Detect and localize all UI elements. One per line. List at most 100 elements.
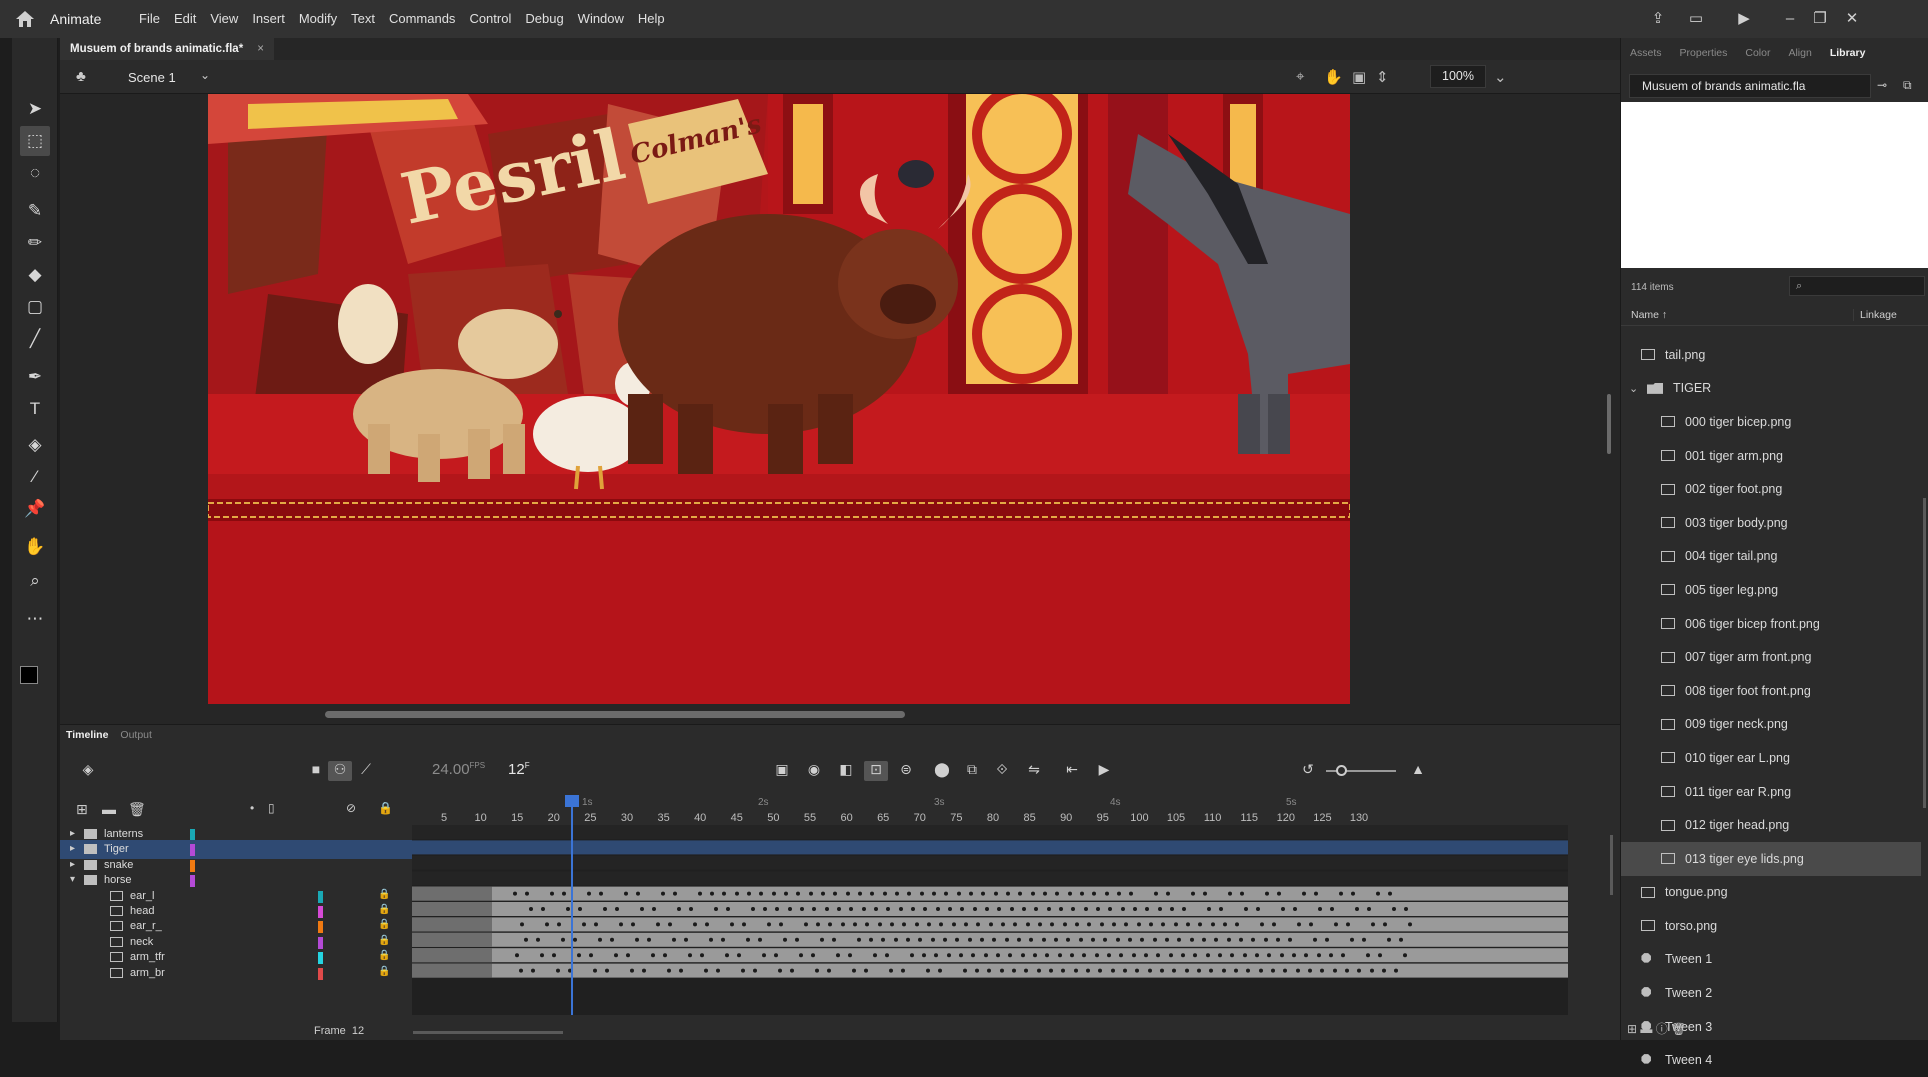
- layer-color-swatch[interactable]: [190, 859, 195, 872]
- tab-assets[interactable]: Assets: [1621, 44, 1671, 66]
- stage-horizontal-scrollbar[interactable]: [325, 711, 905, 718]
- selection-tool-icon[interactable]: ➤: [20, 94, 50, 124]
- center-frame-icon[interactable]: ▣: [770, 761, 794, 781]
- tab-timeline[interactable]: Timeline: [66, 729, 108, 741]
- expand-layer-icon[interactable]: ▸: [70, 828, 75, 839]
- paint-bucket-icon[interactable]: ◈: [20, 430, 50, 460]
- library-item[interactable]: ⯃ Tween 1: [1621, 943, 1921, 977]
- loop-icon[interactable]: ⊡: [864, 761, 888, 781]
- menu-view[interactable]: View: [203, 11, 245, 26]
- document-tab[interactable]: Musuem of brands animatic.fla* ×: [60, 38, 274, 60]
- clear-keyframe-icon[interactable]: ⇋: [1022, 761, 1046, 781]
- new-symbol-icon[interactable]: ⊞: [1627, 1022, 1637, 1036]
- close-tab-icon[interactable]: ×: [257, 43, 264, 55]
- expand-icon[interactable]: ▲: [1406, 761, 1430, 781]
- timeline-zoom-thumb[interactable]: [1336, 765, 1347, 776]
- eyedropper-icon[interactable]: ⁄: [20, 462, 50, 492]
- layer-color-swatch[interactable]: [318, 921, 323, 934]
- menu-insert[interactable]: Insert: [245, 11, 292, 26]
- layer-color-swatch[interactable]: [190, 875, 195, 888]
- test-movie-icon[interactable]: ▶: [1730, 6, 1758, 32]
- library-item[interactable]: 011 tiger ear R.png: [1621, 775, 1921, 809]
- library-scrollbar[interactable]: [1923, 498, 1926, 808]
- share-icon[interactable]: ⇪: [1644, 6, 1672, 32]
- chevron-down-icon[interactable]: ⌄: [1629, 382, 1643, 395]
- layers-icon[interactable]: ◈: [76, 761, 100, 781]
- timeline-horizontal-scrollbar[interactable]: [413, 1031, 563, 1034]
- graph-icon[interactable]: ⟋: [354, 761, 378, 781]
- library-item[interactable]: 013 tiger eye lids.png: [1621, 841, 1921, 876]
- layer-color-swatch[interactable]: [318, 936, 323, 949]
- library-item[interactable]: 008 tiger foot front.png: [1621, 674, 1921, 708]
- fps-readout[interactable]: 24.00FPS: [432, 761, 485, 778]
- step-back-icon[interactable]: ⇤: [1060, 761, 1084, 781]
- close-window-icon[interactable]: ✕: [1838, 6, 1866, 32]
- fit-icon[interactable]: ↺: [1296, 761, 1320, 781]
- camera-icon[interactable]: ■: [304, 761, 328, 781]
- stepper-icon[interactable]: ⇕: [1376, 68, 1389, 86]
- library-item[interactable]: ⯃ Tween 4: [1621, 1043, 1921, 1077]
- current-frame-readout[interactable]: 12F: [508, 761, 530, 778]
- library-item[interactable]: 000 tiger bicep.png: [1621, 405, 1921, 439]
- more-tools-icon[interactable]: ⋯: [20, 604, 50, 634]
- library-document-select[interactable]: Musuem of brands animatic.fla: [1629, 74, 1871, 98]
- rectangle-tool-icon[interactable]: ▢: [20, 292, 50, 322]
- lock-icon[interactable]: 🔒: [378, 919, 390, 930]
- line-tool-icon[interactable]: ╱: [20, 324, 50, 354]
- library-item[interactable]: tail.png: [1621, 338, 1921, 372]
- show-hide-all-icon[interactable]: ⊘: [346, 801, 356, 815]
- menu-commands[interactable]: Commands: [382, 11, 462, 26]
- library-item[interactable]: 002 tiger foot.png: [1621, 472, 1921, 506]
- minimize-icon[interactable]: –: [1776, 6, 1804, 32]
- layer-color-swatch[interactable]: [318, 890, 323, 903]
- library-item[interactable]: 007 tiger arm front.png: [1621, 640, 1921, 674]
- eraser-tool-icon[interactable]: ◆: [20, 260, 50, 290]
- pen-tool-icon[interactable]: ✒: [20, 362, 50, 392]
- library-item[interactable]: 003 tiger body.png: [1621, 506, 1921, 540]
- hand-tool-icon[interactable]: ✋: [20, 532, 50, 562]
- lasso-tool-icon[interactable]: ◌: [20, 158, 50, 188]
- convert-icon[interactable]: ⟐: [990, 761, 1014, 781]
- library-search-input[interactable]: ⌕: [1789, 276, 1925, 296]
- expand-layer-icon[interactable]: ▸: [70, 859, 75, 870]
- stroke-color-swatch[interactable]: [20, 666, 38, 684]
- lock-all-icon[interactable]: 🔒: [378, 801, 393, 815]
- scene-name[interactable]: Scene 1: [128, 70, 176, 85]
- menu-edit[interactable]: Edit: [167, 11, 203, 26]
- outline-icon[interactable]: ▯: [268, 801, 275, 815]
- library-item[interactable]: tongue.png: [1621, 876, 1921, 910]
- menu-text[interactable]: Text: [344, 11, 382, 26]
- timeline-vertical-scrollbar[interactable]: [1610, 835, 1613, 895]
- expand-layer-icon[interactable]: ▸: [70, 843, 75, 854]
- play-icon[interactable]: ▶: [1092, 761, 1116, 781]
- stage-vertical-scrollbar[interactable]: [1607, 394, 1611, 454]
- new-library-panel-icon[interactable]: ⧉: [1903, 78, 1912, 93]
- onion-skin-icon[interactable]: ◉: [802, 761, 826, 781]
- library-item[interactable]: 005 tiger leg.png: [1621, 573, 1921, 607]
- tab-align[interactable]: Align: [1779, 44, 1820, 66]
- delete-icon[interactable]: 🗑: [1671, 1022, 1686, 1036]
- rotate-stage-icon[interactable]: ✋: [1324, 68, 1343, 86]
- library-item[interactable]: 004 tiger tail.png: [1621, 540, 1921, 574]
- column-linkage[interactable]: Linkage: [1853, 309, 1897, 321]
- properties-icon[interactable]: ⓘ: [1656, 1022, 1668, 1036]
- layer-color-swatch[interactable]: [190, 829, 195, 841]
- library-item[interactable]: ⯃ Tween 2: [1621, 976, 1921, 1010]
- menu-file[interactable]: File: [132, 11, 167, 26]
- stage-canvas[interactable]: Pesril Colman's: [208, 94, 1350, 704]
- layer-color-swatch[interactable]: [190, 844, 195, 857]
- clip-stage-icon[interactable]: ▣: [1352, 68, 1366, 86]
- new-folder-icon[interactable]: ▬: [102, 801, 116, 817]
- lock-icon[interactable]: 🔒: [378, 904, 390, 915]
- menu-help[interactable]: Help: [631, 11, 672, 26]
- text-tool-icon[interactable]: T: [20, 394, 50, 424]
- library-item[interactable]: 012 tiger head.png: [1621, 808, 1921, 842]
- tween-icon[interactable]: ⬤: [930, 761, 954, 781]
- frame-grid[interactable]: [412, 825, 1568, 1015]
- zoom-dropdown-icon[interactable]: ⌄: [1494, 68, 1507, 86]
- playhead[interactable]: [571, 801, 573, 1015]
- tab-properties[interactable]: Properties: [1671, 44, 1737, 66]
- zoom-field[interactable]: 100%: [1430, 65, 1486, 88]
- frame-ruler[interactable]: 5 10 15 20 25 30 35 40 45 50 55 60 65 70 75 80 85 90 95 100…: [412, 795, 1620, 825]
- markers-icon[interactable]: ⊜: [894, 761, 918, 781]
